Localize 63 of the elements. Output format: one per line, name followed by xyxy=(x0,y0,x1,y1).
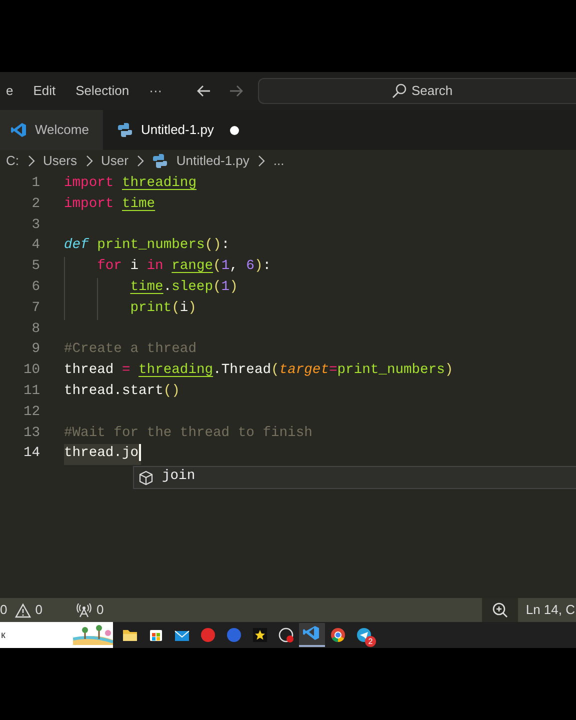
code-line: import time xyxy=(64,196,156,214)
line-number: 6 xyxy=(30,278,40,297)
breadcrumb-item[interactable]: User xyxy=(100,151,128,171)
menu-item[interactable]: Selection xyxy=(66,81,140,101)
code-line: print(i) xyxy=(130,300,196,318)
warning-count: 0 xyxy=(35,601,42,620)
search-field[interactable]: Search xyxy=(258,78,576,104)
breadcrumb-item[interactable]: C: xyxy=(6,151,19,171)
line-number: 11 xyxy=(22,382,40,401)
line-number: 2 xyxy=(30,196,40,214)
chevron-icon xyxy=(27,155,35,167)
error-count: 0 xyxy=(0,601,8,620)
suggestion-item[interactable]: join xyxy=(134,467,576,488)
line-number: 4 xyxy=(30,237,40,256)
search-icon xyxy=(391,83,408,99)
line-number: 14 xyxy=(22,445,40,464)
code-line: #Create a thread xyxy=(64,341,196,360)
app-icon[interactable] xyxy=(224,625,244,645)
app-icon[interactable] xyxy=(198,625,218,645)
taskbar-search[interactable]: к xyxy=(0,622,113,648)
code-line: thread.start() xyxy=(64,382,180,401)
chevron-icon xyxy=(84,155,93,167)
editor-tab[interactable]: Welcome xyxy=(0,110,103,150)
cube-icon xyxy=(138,470,154,486)
breadcrumb-item[interactable]: Users xyxy=(43,151,77,171)
line-number: 3 xyxy=(30,216,40,235)
code-line: #Wait for the thread to finish xyxy=(64,424,312,443)
line-number: 8 xyxy=(30,320,40,339)
notification-count: 2 xyxy=(365,636,376,647)
forward-arrow-icon[interactable] xyxy=(228,83,244,99)
line-number: 1 xyxy=(30,175,40,193)
record-icon[interactable] xyxy=(276,625,296,645)
menu-item[interactable]: e xyxy=(0,81,24,101)
code-line: def print_numbers(): xyxy=(64,237,230,256)
line-number: 13 xyxy=(22,424,40,443)
line-number: 9 xyxy=(30,341,40,360)
line-number: 10 xyxy=(22,362,40,380)
app-logo-icon xyxy=(10,122,27,138)
breadcrumb-item[interactable]: Untitled-1.py xyxy=(176,151,250,171)
breadcrumb-item[interactable]: ... xyxy=(273,151,284,171)
back-arrow-icon[interactable] xyxy=(196,83,212,99)
warning-icon xyxy=(15,602,32,618)
python-icon xyxy=(152,153,168,169)
zoom-in-icon[interactable] xyxy=(492,602,508,618)
line-number: 12 xyxy=(22,404,40,422)
menu-item[interactable]: Edit xyxy=(23,81,66,101)
code-line: time.sleep(1) xyxy=(130,278,238,297)
ports-count: 0 xyxy=(96,601,104,620)
menu-item[interactable]: ··· xyxy=(139,81,172,101)
python-icon xyxy=(116,122,133,138)
taskbar-search-text: к xyxy=(1,628,6,642)
search-placeholder: Search xyxy=(411,82,453,100)
line-number: 5 xyxy=(30,258,40,276)
code-line: import threading xyxy=(64,175,196,193)
broadcast-icon xyxy=(76,602,92,618)
chevron-icon xyxy=(136,155,144,167)
beach-drawing xyxy=(73,625,113,645)
chevron-icon xyxy=(257,155,266,167)
browser-icon[interactable] xyxy=(328,625,348,645)
code-line: thread = threading.Thread(target=print_numbers) xyxy=(64,362,454,380)
line-number: 7 xyxy=(30,300,40,318)
cursor-position[interactable]: Ln 14, C xyxy=(526,600,575,620)
code-line: for i in range(1, 6): xyxy=(97,258,271,276)
